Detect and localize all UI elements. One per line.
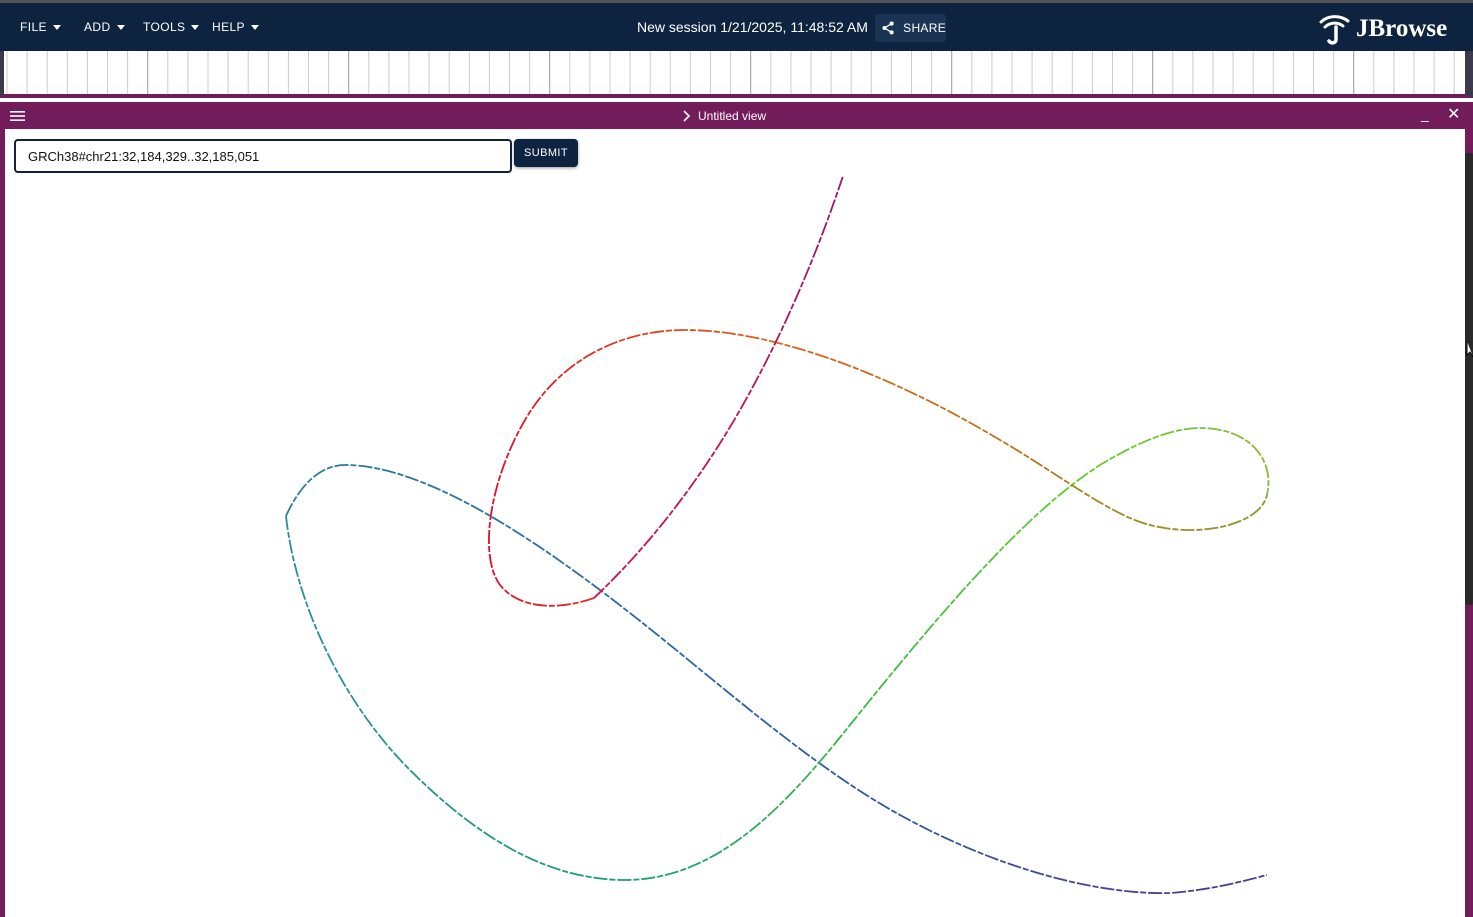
help-menu-label: HELP xyxy=(212,20,245,34)
add-menu-button[interactable]: ADD xyxy=(84,3,125,51)
minimize-icon[interactable]: _ xyxy=(1421,106,1429,122)
help-menu-button[interactable]: HELP xyxy=(212,3,259,51)
view-header: Untitled view _ ✕ xyxy=(0,102,1465,129)
scrollbar-thumb[interactable] xyxy=(1465,153,1473,605)
view-body: SUBMIT xyxy=(5,129,1465,917)
caret-down-icon xyxy=(116,25,125,30)
view-title[interactable]: Untitled view xyxy=(682,102,766,129)
dotplot-canvas[interactable] xyxy=(5,129,1465,917)
share-label: SHARE xyxy=(903,21,946,35)
hamburger-icon[interactable] xyxy=(10,110,25,122)
alignment-curve-magenta xyxy=(593,175,844,599)
share-icon xyxy=(882,21,894,35)
view-title-label: Untitled view xyxy=(698,108,767,123)
session-title[interactable]: New session 1/21/2025, 11:48:52 AM xyxy=(637,3,868,51)
close-icon[interactable]: ✕ xyxy=(1447,107,1460,123)
caret-down-icon xyxy=(250,25,259,30)
submit-button[interactable]: SUBMIT xyxy=(514,139,578,167)
logo-text: JBrowse xyxy=(1356,15,1448,42)
dotplot-view: Untitled view _ ✕ GRCh38#chr21:32,184,32… xyxy=(0,102,1473,917)
chevron-right-icon xyxy=(683,109,691,122)
app-bar: FILE ADD TOOLS HELP New session 1/21/202… xyxy=(0,0,1473,51)
file-menu-label: FILE xyxy=(20,20,47,34)
caret-down-icon xyxy=(52,25,61,30)
tools-menu-label: TOOLS xyxy=(143,20,186,34)
alignment-curve-red xyxy=(488,329,1268,607)
caret-down-icon xyxy=(191,25,200,30)
file-menu-button[interactable]: FILE xyxy=(20,3,61,51)
mouse-cursor-icon xyxy=(1466,341,1473,358)
location-search-input[interactable] xyxy=(14,139,512,173)
add-menu-label: ADD xyxy=(84,20,111,34)
tools-menu-button[interactable]: TOOLS xyxy=(143,3,200,51)
share-button[interactable]: SHARE xyxy=(875,14,946,42)
alignment-curve-blue xyxy=(285,464,1268,894)
overview-ruler[interactable] xyxy=(0,51,1473,98)
alignment-curve-green xyxy=(285,427,1270,881)
jbrowse-logo: JBrowse xyxy=(1318,12,1447,46)
ruler-ticks xyxy=(6,51,1455,94)
jbrowse-logo-icon xyxy=(1319,15,1350,45)
